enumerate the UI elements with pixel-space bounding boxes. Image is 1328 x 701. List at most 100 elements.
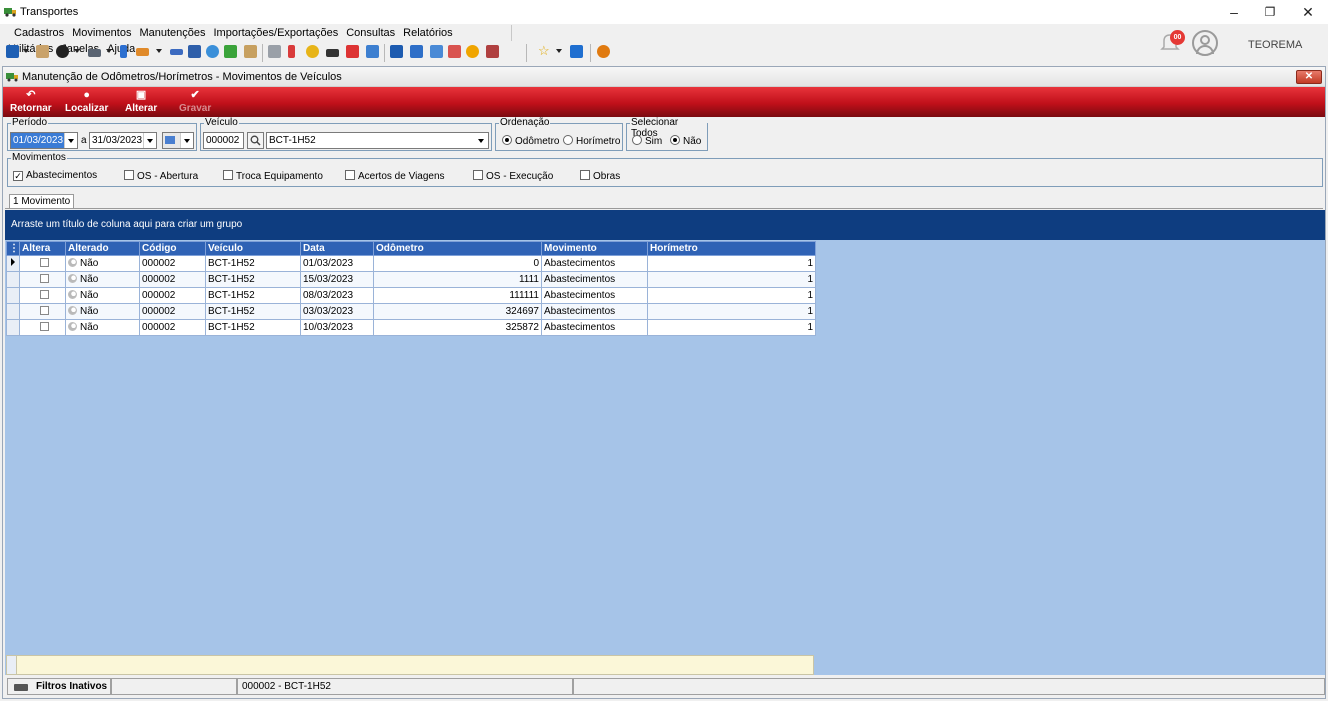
wheel-icon[interactable]: [56, 45, 69, 58]
tool-icon[interactable]: [346, 45, 359, 58]
altera-cell[interactable]: [19, 255, 66, 272]
grid-icon[interactable]: [430, 45, 443, 58]
table-row[interactable]: Não 000002 BCT-1H52 03/03/2023 324697 Ab…: [6, 303, 816, 320]
tab-movimento[interactable]: 1 Movimento: [9, 194, 75, 209]
col-codigo[interactable]: Código: [139, 241, 206, 256]
calendar-icon[interactable]: [390, 45, 403, 58]
chk-obras[interactable]: Obras: [580, 170, 620, 183]
col-movimento[interactable]: Movimento: [541, 241, 648, 256]
checkbox-icon[interactable]: [40, 257, 49, 267]
list-icon[interactable]: [170, 49, 183, 55]
bank-icon[interactable]: [448, 45, 461, 58]
chevron-down-icon[interactable]: [64, 133, 77, 148]
table-row[interactable]: Não 000002 BCT-1H52 15/03/2023 1111 Abas…: [6, 271, 816, 288]
altera-cell[interactable]: [19, 303, 66, 320]
dropdown-arrow-icon[interactable]: [23, 49, 29, 53]
person-icon[interactable]: [36, 45, 49, 58]
window-close-button[interactable]: ✕: [1296, 70, 1322, 84]
chart-icon[interactable]: [224, 45, 237, 58]
export-icon[interactable]: [366, 45, 379, 58]
sel-nao-radio[interactable]: Não: [670, 135, 701, 148]
menu-manutencoes[interactable]: Manutenções: [139, 25, 205, 41]
localizar-button[interactable]: ● Localizar: [65, 90, 108, 115]
menu-movimentos[interactable]: Movimentos: [72, 25, 131, 41]
horimetro-cell: 1: [647, 271, 816, 288]
col-veiculo[interactable]: Veículo: [205, 241, 301, 256]
dropdown-arrow-icon[interactable]: [106, 49, 112, 53]
col-data[interactable]: Data: [300, 241, 374, 256]
codigo-cell: 000002: [139, 319, 206, 336]
minimize-button[interactable]: –: [1216, 2, 1252, 22]
retornar-button[interactable]: ↶ Retornar: [10, 90, 52, 115]
table-row[interactable]: Não 000002 BCT-1H52 10/03/2023 325872 Ab…: [6, 319, 816, 336]
col-altera[interactable]: Altera: [19, 241, 66, 256]
checkbox-icon: [580, 170, 590, 180]
status-vehicle-panel: 000002 - BCT-1H52: [237, 678, 573, 695]
ord-horimetro-radio[interactable]: Horímetro: [563, 135, 620, 148]
veiculo-code-input[interactable]: 000002: [203, 132, 244, 149]
col-horimetro[interactable]: Horímetro: [647, 241, 816, 256]
menu-importacoes[interactable]: Importações/Exportações: [213, 25, 338, 41]
close-button[interactable]: ✕: [1290, 2, 1326, 22]
altera-cell[interactable]: [19, 319, 66, 336]
notification-badge[interactable]: 00: [1170, 30, 1185, 45]
alterado-value: Não: [80, 274, 99, 285]
chk-os-abertura[interactable]: OS - Abertura: [124, 170, 198, 183]
menu-relatorios[interactable]: Relatórios: [403, 25, 453, 41]
chk-abastecimentos[interactable]: ✓ Abastecimentos: [13, 170, 97, 182]
dropdown-arrow-icon[interactable]: [556, 49, 562, 53]
new-icon[interactable]: [6, 45, 19, 58]
phone-icon[interactable]: [120, 45, 127, 58]
tree-icon[interactable]: [136, 48, 149, 56]
calculator-icon[interactable]: [410, 45, 423, 58]
menu-cadastros[interactable]: Cadastros: [14, 25, 64, 41]
clock-icon[interactable]: [306, 45, 319, 58]
veiculo-select[interactable]: BCT-1H52: [266, 132, 489, 149]
chevron-down-icon[interactable]: [475, 133, 488, 148]
checkbox-icon[interactable]: [40, 273, 49, 283]
col-odometro[interactable]: Odômetro: [373, 241, 542, 256]
header-indicator[interactable]: ⋮: [6, 241, 20, 256]
chevron-down-icon[interactable]: [180, 133, 193, 148]
period-preset-button[interactable]: [162, 132, 194, 149]
chk-os-execucao[interactable]: OS - Execução: [473, 170, 553, 183]
document-icon[interactable]: [268, 45, 281, 58]
dropdown-arrow-icon[interactable]: [156, 49, 162, 53]
bus-icon[interactable]: [326, 49, 339, 57]
star-icon[interactable]: ☆: [538, 44, 551, 58]
chk-acertos-viagens[interactable]: Acertos de Viagens: [345, 170, 445, 183]
truck-icon[interactable]: [88, 49, 101, 57]
gravar-button[interactable]: ✔ Gravar: [179, 90, 211, 115]
power-icon[interactable]: [597, 45, 610, 58]
date-from-field[interactable]: 01/03/2023: [10, 132, 78, 149]
codigo-cell: 000002: [139, 287, 206, 304]
save-icon: ▣: [135, 89, 147, 101]
altera-cell[interactable]: [19, 287, 66, 304]
table-row[interactable]: Não 000002 BCT-1H52 08/03/2023 111111 Ab…: [6, 287, 816, 304]
checkbox-icon[interactable]: [40, 321, 49, 331]
veiculo-search-button[interactable]: [247, 132, 264, 149]
sel-sim-radio[interactable]: Sim: [632, 135, 662, 148]
checkbox-icon[interactable]: [40, 305, 49, 315]
chk-troca-equipamento[interactable]: Troca Equipamento: [223, 170, 323, 183]
report-icon[interactable]: [188, 45, 201, 58]
calendar-icon: [165, 136, 175, 144]
dropdown-arrow-icon[interactable]: [74, 49, 80, 53]
building-icon[interactable]: [486, 45, 499, 58]
date-to-field[interactable]: 31/03/2023: [89, 132, 157, 149]
menu-consultas[interactable]: Consultas: [346, 25, 395, 41]
group-by-panel[interactable]: Arraste um título de coluna aqui para cr…: [5, 210, 1325, 240]
altera-cell[interactable]: [19, 271, 66, 288]
refresh-icon[interactable]: [206, 45, 219, 58]
window-icon[interactable]: [570, 45, 583, 58]
pin-icon[interactable]: [288, 45, 295, 58]
chevron-down-icon[interactable]: [143, 133, 156, 148]
people-icon[interactable]: [244, 45, 257, 58]
table-row[interactable]: Não 000002 BCT-1H52 01/03/2023 0 Abastec…: [6, 255, 816, 272]
restore-button[interactable]: ❐: [1252, 2, 1288, 22]
col-alterado[interactable]: Alterado: [65, 241, 140, 256]
smile-icon[interactable]: [466, 45, 479, 58]
alterar-button[interactable]: ▣ Alterar: [125, 89, 157, 115]
checkbox-icon[interactable]: [40, 289, 49, 299]
ord-odometro-radio[interactable]: Odômetro: [502, 135, 559, 148]
